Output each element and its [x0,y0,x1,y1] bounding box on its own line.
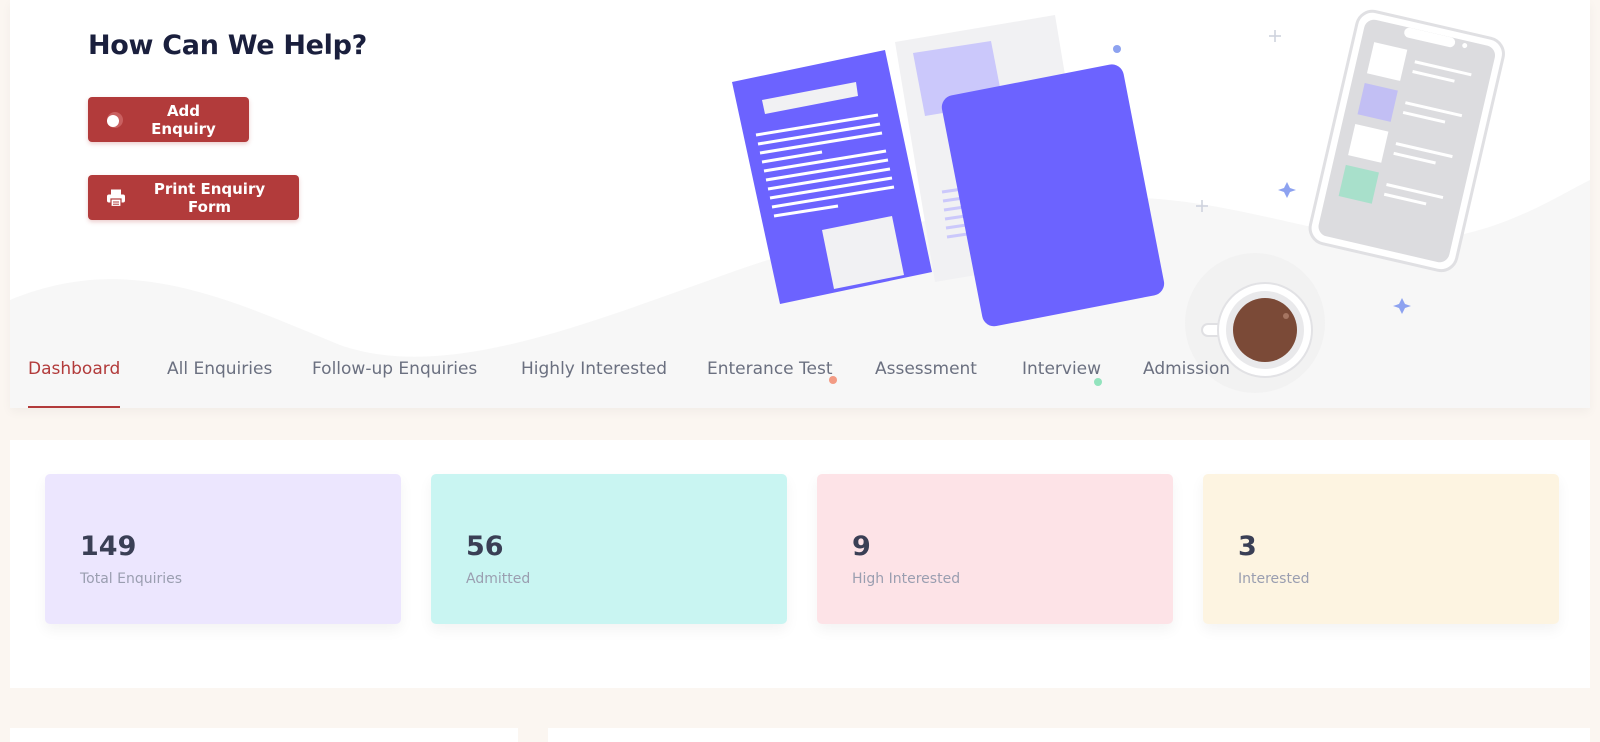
add-enquiry-label: Add Enquiry [151,101,216,138]
stat-card-admitted[interactable]: 56 Admitted [431,474,787,624]
bottom-right-card [548,728,1590,742]
bottom-left-card [10,728,518,742]
tab-admission[interactable]: Admission [1143,345,1230,408]
stat-label: Interested [1238,571,1310,587]
circle-plus-icon [106,111,124,129]
hero-banner: How Can We Help? Add Enquiry Print Enqui… [10,0,1590,408]
stat-value: 149 [80,531,137,562]
enquiry-tabs: Dashboard All Enquiries Follow-up Enquir… [10,345,1310,408]
print-enquiry-form-button[interactable]: Print Enquiry Form [88,175,299,220]
tab-all-enquiries[interactable]: All Enquiries [167,345,272,408]
stat-value: 9 [852,531,871,562]
stat-label: High Interested [852,571,961,587]
page-title: How Can We Help? [88,30,368,61]
stat-label: Total Enquiries [80,571,183,587]
stat-card-interested[interactable]: 3 Interested [1203,474,1559,624]
tab-interview[interactable]: Interview [1022,345,1101,408]
tab-assessment[interactable]: Assessment [875,345,977,408]
tab-follow-up-enquiries[interactable]: Follow-up Enquiries [312,345,477,408]
tab-highly-interested[interactable]: Highly Interested [521,345,667,408]
stat-value: 56 [466,531,504,562]
stat-card-high-interested[interactable]: 9 High Interested [817,474,1173,624]
add-enquiry-button[interactable]: Add Enquiry [88,97,249,142]
print-enquiry-form-label: Print Enquiry Form [153,179,266,216]
tab-enterance-test[interactable]: Enterance Test [707,345,833,408]
printer-icon [106,188,126,208]
tab-dashboard[interactable]: Dashboard [28,345,121,408]
stat-label: Admitted [466,571,531,587]
stat-value: 3 [1238,531,1257,562]
enquiry-stats-panel: 149 Total Enquiries 56 Admitted 9 High I… [10,440,1590,688]
stat-card-total-enquiries[interactable]: 149 Total Enquiries [45,474,401,624]
